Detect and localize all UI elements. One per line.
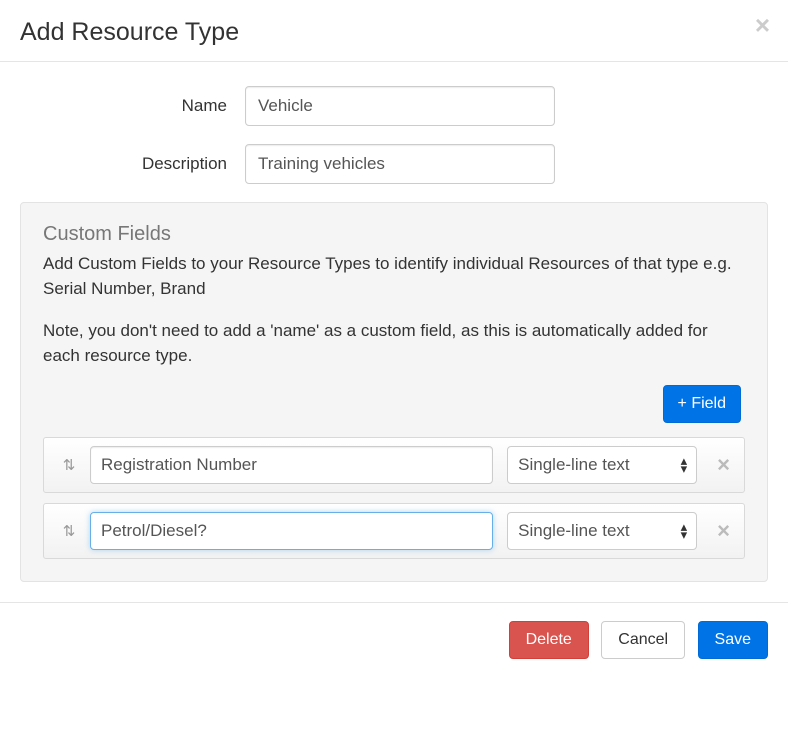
field-type-select[interactable]: Single-line text <box>507 512 697 550</box>
close-icon[interactable]: × <box>755 12 770 38</box>
custom-fields-panel: Custom Fields Add Custom Fields to your … <box>20 202 768 582</box>
cancel-button[interactable]: Cancel <box>601 621 685 659</box>
field-row: ⇅ Single-line text ▴▾ × <box>43 503 745 559</box>
modal-header: Add Resource Type × <box>0 0 788 62</box>
modal-dialog: Add Resource Type × Name Description Cus… <box>0 0 788 677</box>
modal-footer: Delete Cancel Save <box>0 602 788 677</box>
add-field-button[interactable]: + Field <box>663 385 741 423</box>
description-input[interactable] <box>245 144 555 184</box>
save-button[interactable]: Save <box>698 621 768 659</box>
custom-fields-description: Add Custom Fields to your Resource Types… <box>43 252 745 301</box>
field-name-input[interactable] <box>90 512 493 550</box>
field-row: ⇅ Single-line text ▴▾ × <box>43 437 745 493</box>
field-name-input[interactable] <box>90 446 493 484</box>
drag-handle-icon[interactable]: ⇅ <box>56 522 82 540</box>
modal-body: Name Description Custom Fields Add Custo… <box>0 62 788 602</box>
field-type-select-wrap: Single-line text ▴▾ <box>507 446 697 484</box>
remove-field-icon[interactable]: × <box>697 454 730 476</box>
modal-title: Add Resource Type <box>20 18 768 47</box>
remove-field-icon[interactable]: × <box>697 520 730 542</box>
field-type-select-wrap: Single-line text ▴▾ <box>507 512 697 550</box>
description-label: Description <box>20 154 245 174</box>
name-row: Name <box>20 86 768 126</box>
custom-fields-title: Custom Fields <box>43 223 745 246</box>
description-row: Description <box>20 144 768 184</box>
add-field-row: + Field <box>43 385 745 423</box>
name-label: Name <box>20 96 245 116</box>
field-list: ⇅ Single-line text ▴▾ × ⇅ S <box>43 437 745 559</box>
delete-button[interactable]: Delete <box>509 621 589 659</box>
custom-fields-note: Note, you don't need to add a 'name' as … <box>43 319 745 368</box>
name-input[interactable] <box>245 86 555 126</box>
field-type-select[interactable]: Single-line text <box>507 446 697 484</box>
drag-handle-icon[interactable]: ⇅ <box>56 456 82 474</box>
